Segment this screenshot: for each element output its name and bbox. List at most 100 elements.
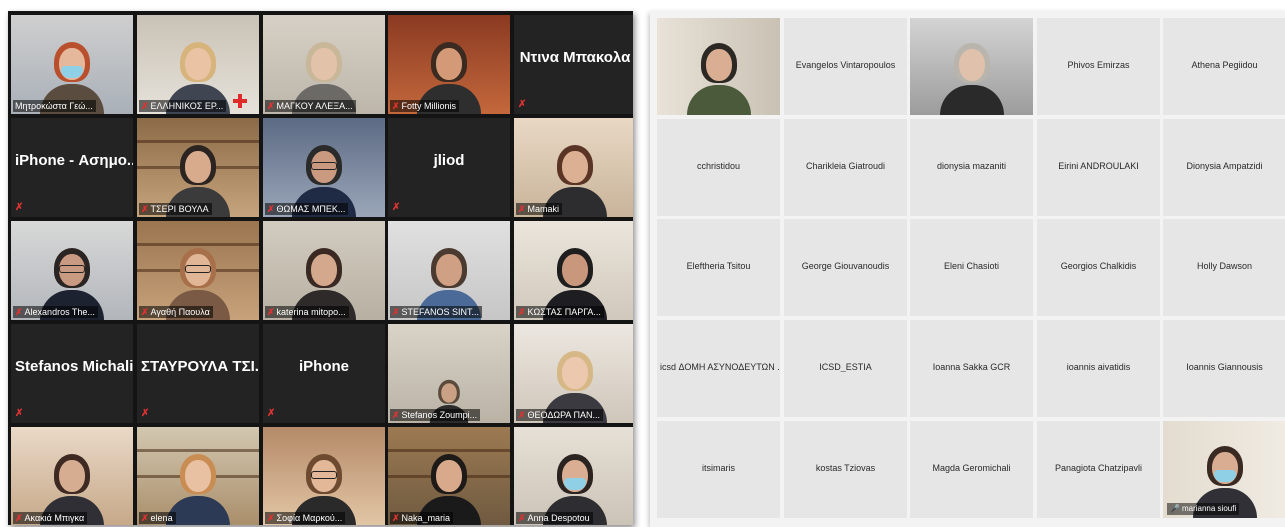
participant-name: Stefanos Zoumpi... bbox=[401, 410, 478, 420]
participant-tile[interactable] bbox=[657, 18, 780, 115]
participant-tile[interactable]: Athena Pegiidou bbox=[1163, 18, 1285, 115]
participant-tile[interactable]: ✗ katerina mitopo... bbox=[263, 221, 385, 320]
participant-name: Ακακιά Μπιγκα bbox=[24, 513, 85, 523]
participant-tile[interactable]: Dionysia Ampatzidi bbox=[1163, 119, 1285, 216]
participant-tile[interactable]: Eleftheria Tsitou bbox=[657, 219, 780, 316]
participant-tile[interactable]: ioannis aivatidis bbox=[1037, 320, 1160, 417]
participant-name: itsimaris bbox=[702, 463, 735, 473]
participant-name: ΣΤΑΥΡΟΥΛΑ ΤΣΙ... bbox=[141, 358, 259, 375]
participant-name-label: ✗ STEFANOS SINT... bbox=[390, 306, 483, 318]
muted-mic-icon: ✗ bbox=[518, 307, 526, 317]
participant-tile[interactable]: Holly Dawson bbox=[1163, 219, 1285, 316]
muted-mic-icon: ✗ bbox=[141, 307, 149, 317]
participant-name-label: ✗ Stefanos Zoumpi... bbox=[390, 409, 481, 421]
participant-tile[interactable]: ✗ Mamaki bbox=[514, 118, 633, 217]
participant-tile[interactable]: Magda Geromichali bbox=[910, 421, 1033, 518]
participant-name: Μητροκώστα Γεώ... bbox=[15, 101, 93, 111]
participant-tile[interactable]: ✗ ΚΩΣΤΑΣ ΠΑΡΓΑ... bbox=[514, 221, 633, 320]
participant-tile[interactable]: cchristidou bbox=[657, 119, 780, 216]
participant-name-label: ✗ Anna Despotou bbox=[516, 512, 593, 524]
participant-tile[interactable]: Georgios Chalkidis bbox=[1037, 219, 1160, 316]
participant-tile[interactable]: itsimaris bbox=[657, 421, 780, 518]
participant-tile[interactable]: ✗ ΕΛΛΗΝΙΚΟΣ ΕΡ... bbox=[137, 15, 259, 114]
muted-mic-icon: ✗ bbox=[518, 410, 526, 420]
participant-tile[interactable]: Stefanos Michalis ✗ bbox=[11, 324, 133, 423]
video-feed bbox=[137, 427, 259, 525]
participant-name-label: ✗ ΜΑΓΚΟΥ ΑΛΕΞΑ... bbox=[265, 100, 356, 112]
participant-name: ΘΩΜΑΣ ΜΠΕΚ... bbox=[276, 204, 346, 214]
participant-tile[interactable]: ✗ ΘΕΟΔΩΡΑ ΠΑΝ... bbox=[514, 324, 633, 423]
participant-name-label: ✗ ΘΕΟΔΩΡΑ ΠΑΝ... bbox=[516, 409, 603, 421]
participant-tile[interactable]: Eleni Chasioti bbox=[910, 219, 1033, 316]
participant-tile[interactable]: ✗ Αγαθή Παουλα bbox=[137, 221, 259, 320]
participant-name: STEFANOS SINT... bbox=[401, 307, 480, 317]
participant-name: Αγαθή Παουλα bbox=[150, 307, 210, 317]
participant-name-label: ✗ ΚΩΣΤΑΣ ΠΑΡΓΑ... bbox=[516, 306, 604, 318]
participant-name: Ντινα Μπακολα bbox=[519, 49, 631, 66]
participant-tile[interactable] bbox=[910, 18, 1033, 115]
participant-name: Naka_maria bbox=[401, 513, 451, 523]
participant-tile[interactable]: dionysia mazaniti bbox=[910, 119, 1033, 216]
participant-tile[interactable]: ✗ ΤΣΕΡΙ ΒΟΥΛΑ bbox=[137, 118, 259, 217]
participant-name: ICSD_ESTIA bbox=[819, 362, 872, 372]
muted-mic-icon: ✗ bbox=[518, 204, 526, 214]
participant-name: Evangelos Vintaropoulos bbox=[795, 60, 896, 70]
participant-name-label: ✗ Ακακιά Μπιγκα bbox=[13, 512, 88, 524]
participant-tile[interactable]: Panagiota Chatzipavli bbox=[1037, 421, 1160, 518]
participant-name-label: ✗ Σοφία Μαρκού... bbox=[265, 512, 346, 524]
participant-name-label: ✗ ΕΛΛΗΝΙΚΟΣ ΕΡ... bbox=[139, 100, 227, 112]
participant-tile[interactable]: Phivos Emirzas bbox=[1037, 18, 1160, 115]
participant-name: Σοφία Μαρκού... bbox=[276, 513, 343, 523]
participant-name: elena bbox=[150, 513, 173, 523]
participant-name: Eleftheria Tsitou bbox=[686, 261, 751, 271]
participant-tile[interactable]: ✗ ΘΩΜΑΣ ΜΠΕΚ... bbox=[263, 118, 385, 217]
participant-tile[interactable]: iPhone ✗ bbox=[263, 324, 385, 423]
muted-mic-icon: ✗ bbox=[141, 408, 150, 419]
participant-tile[interactable]: kostas Tziovas bbox=[784, 421, 907, 518]
participant-tile[interactable]: Charikleia Giatroudi bbox=[784, 119, 907, 216]
participant-name: jliod bbox=[433, 152, 465, 169]
muted-mic-icon: ✗ bbox=[518, 99, 527, 110]
participant-tile[interactable]: icsd ΔΟΜΗ ΑΣΥΝΟΔΕΥΤΩΝ ... bbox=[657, 320, 780, 417]
muted-mic-icon: ✗ bbox=[267, 408, 276, 419]
participant-tile[interactable]: ΣΤΑΥΡΟΥΛΑ ΤΣΙ... ✗ bbox=[137, 324, 259, 423]
participant-name: George Giouvanoudis bbox=[801, 261, 890, 271]
participant-tile[interactable]: ICSD_ESTIA bbox=[784, 320, 907, 417]
muted-mic-icon: ✗ bbox=[15, 513, 23, 523]
participant-tile[interactable]: jliod ✗ bbox=[388, 118, 510, 217]
participant-name: katerina mitopo... bbox=[276, 307, 346, 317]
participant-name: Magda Geromichali bbox=[932, 463, 1011, 473]
participant-tile[interactable]: Ντινα Μπακολα ✗ bbox=[514, 15, 633, 114]
participant-tile[interactable]: 🎤 marianna sioufi bbox=[1163, 421, 1285, 518]
participant-tile[interactable]: ✗ ΜΑΓΚΟΥ ΑΛΕΞΑ... bbox=[263, 15, 385, 114]
participant-tile[interactable]: ✗ Anna Despotou bbox=[514, 427, 633, 525]
participant-tile[interactable]: ✗ Alexandros The... bbox=[11, 221, 133, 320]
participant-tile[interactable]: iPhone - Ασημο... ✗ bbox=[11, 118, 133, 217]
participant-tile[interactable]: ✗ Naka_maria bbox=[388, 427, 510, 525]
participant-tile[interactable]: ✗ Σοφία Μαρκού... bbox=[263, 427, 385, 525]
muted-mic-icon: ✗ bbox=[141, 513, 149, 523]
participant-avatar bbox=[937, 33, 1007, 115]
muted-mic-icon: ✗ bbox=[267, 204, 275, 214]
participant-tile[interactable]: Eirini ANDROULAKI bbox=[1037, 119, 1160, 216]
participant-tile[interactable]: Ioannis Giannousis bbox=[1163, 320, 1285, 417]
participant-name: kostas Tziovas bbox=[815, 463, 876, 473]
participant-tile[interactable]: ✗ elena bbox=[137, 427, 259, 525]
participant-name-label: ✗ Fotty Millionis bbox=[390, 100, 460, 112]
muted-mic-icon: ✗ bbox=[392, 410, 400, 420]
muted-mic-icon: ✗ bbox=[267, 307, 275, 317]
participant-name: Holly Dawson bbox=[1196, 261, 1253, 271]
participant-tile[interactable]: Evangelos Vintaropoulos bbox=[784, 18, 907, 115]
participant-name: Dionysia Ampatzidi bbox=[1186, 161, 1263, 171]
participant-tile[interactable]: Μητροκώστα Γεώ... bbox=[11, 15, 133, 114]
video-feed bbox=[388, 427, 510, 525]
right-gallery-view: Evangelos Vintaropoulos Phivos Emirzas Ath… bbox=[650, 11, 1285, 527]
participant-tile[interactable]: ✗ Stefanos Zoumpi... bbox=[388, 324, 510, 423]
participant-tile[interactable]: George Giouvanoudis bbox=[784, 219, 907, 316]
participant-name: dionysia mazaniti bbox=[936, 161, 1007, 171]
participant-tile[interactable]: ✗ STEFANOS SINT... bbox=[388, 221, 510, 320]
participant-name: Stefanos Michalis bbox=[15, 358, 133, 375]
participant-tile[interactable]: ✗ Fotty Millionis bbox=[388, 15, 510, 114]
participant-tile[interactable]: ✗ Ακακιά Μπιγκα bbox=[11, 427, 133, 525]
participant-tile[interactable]: Ioanna Sakka GCR bbox=[910, 320, 1033, 417]
